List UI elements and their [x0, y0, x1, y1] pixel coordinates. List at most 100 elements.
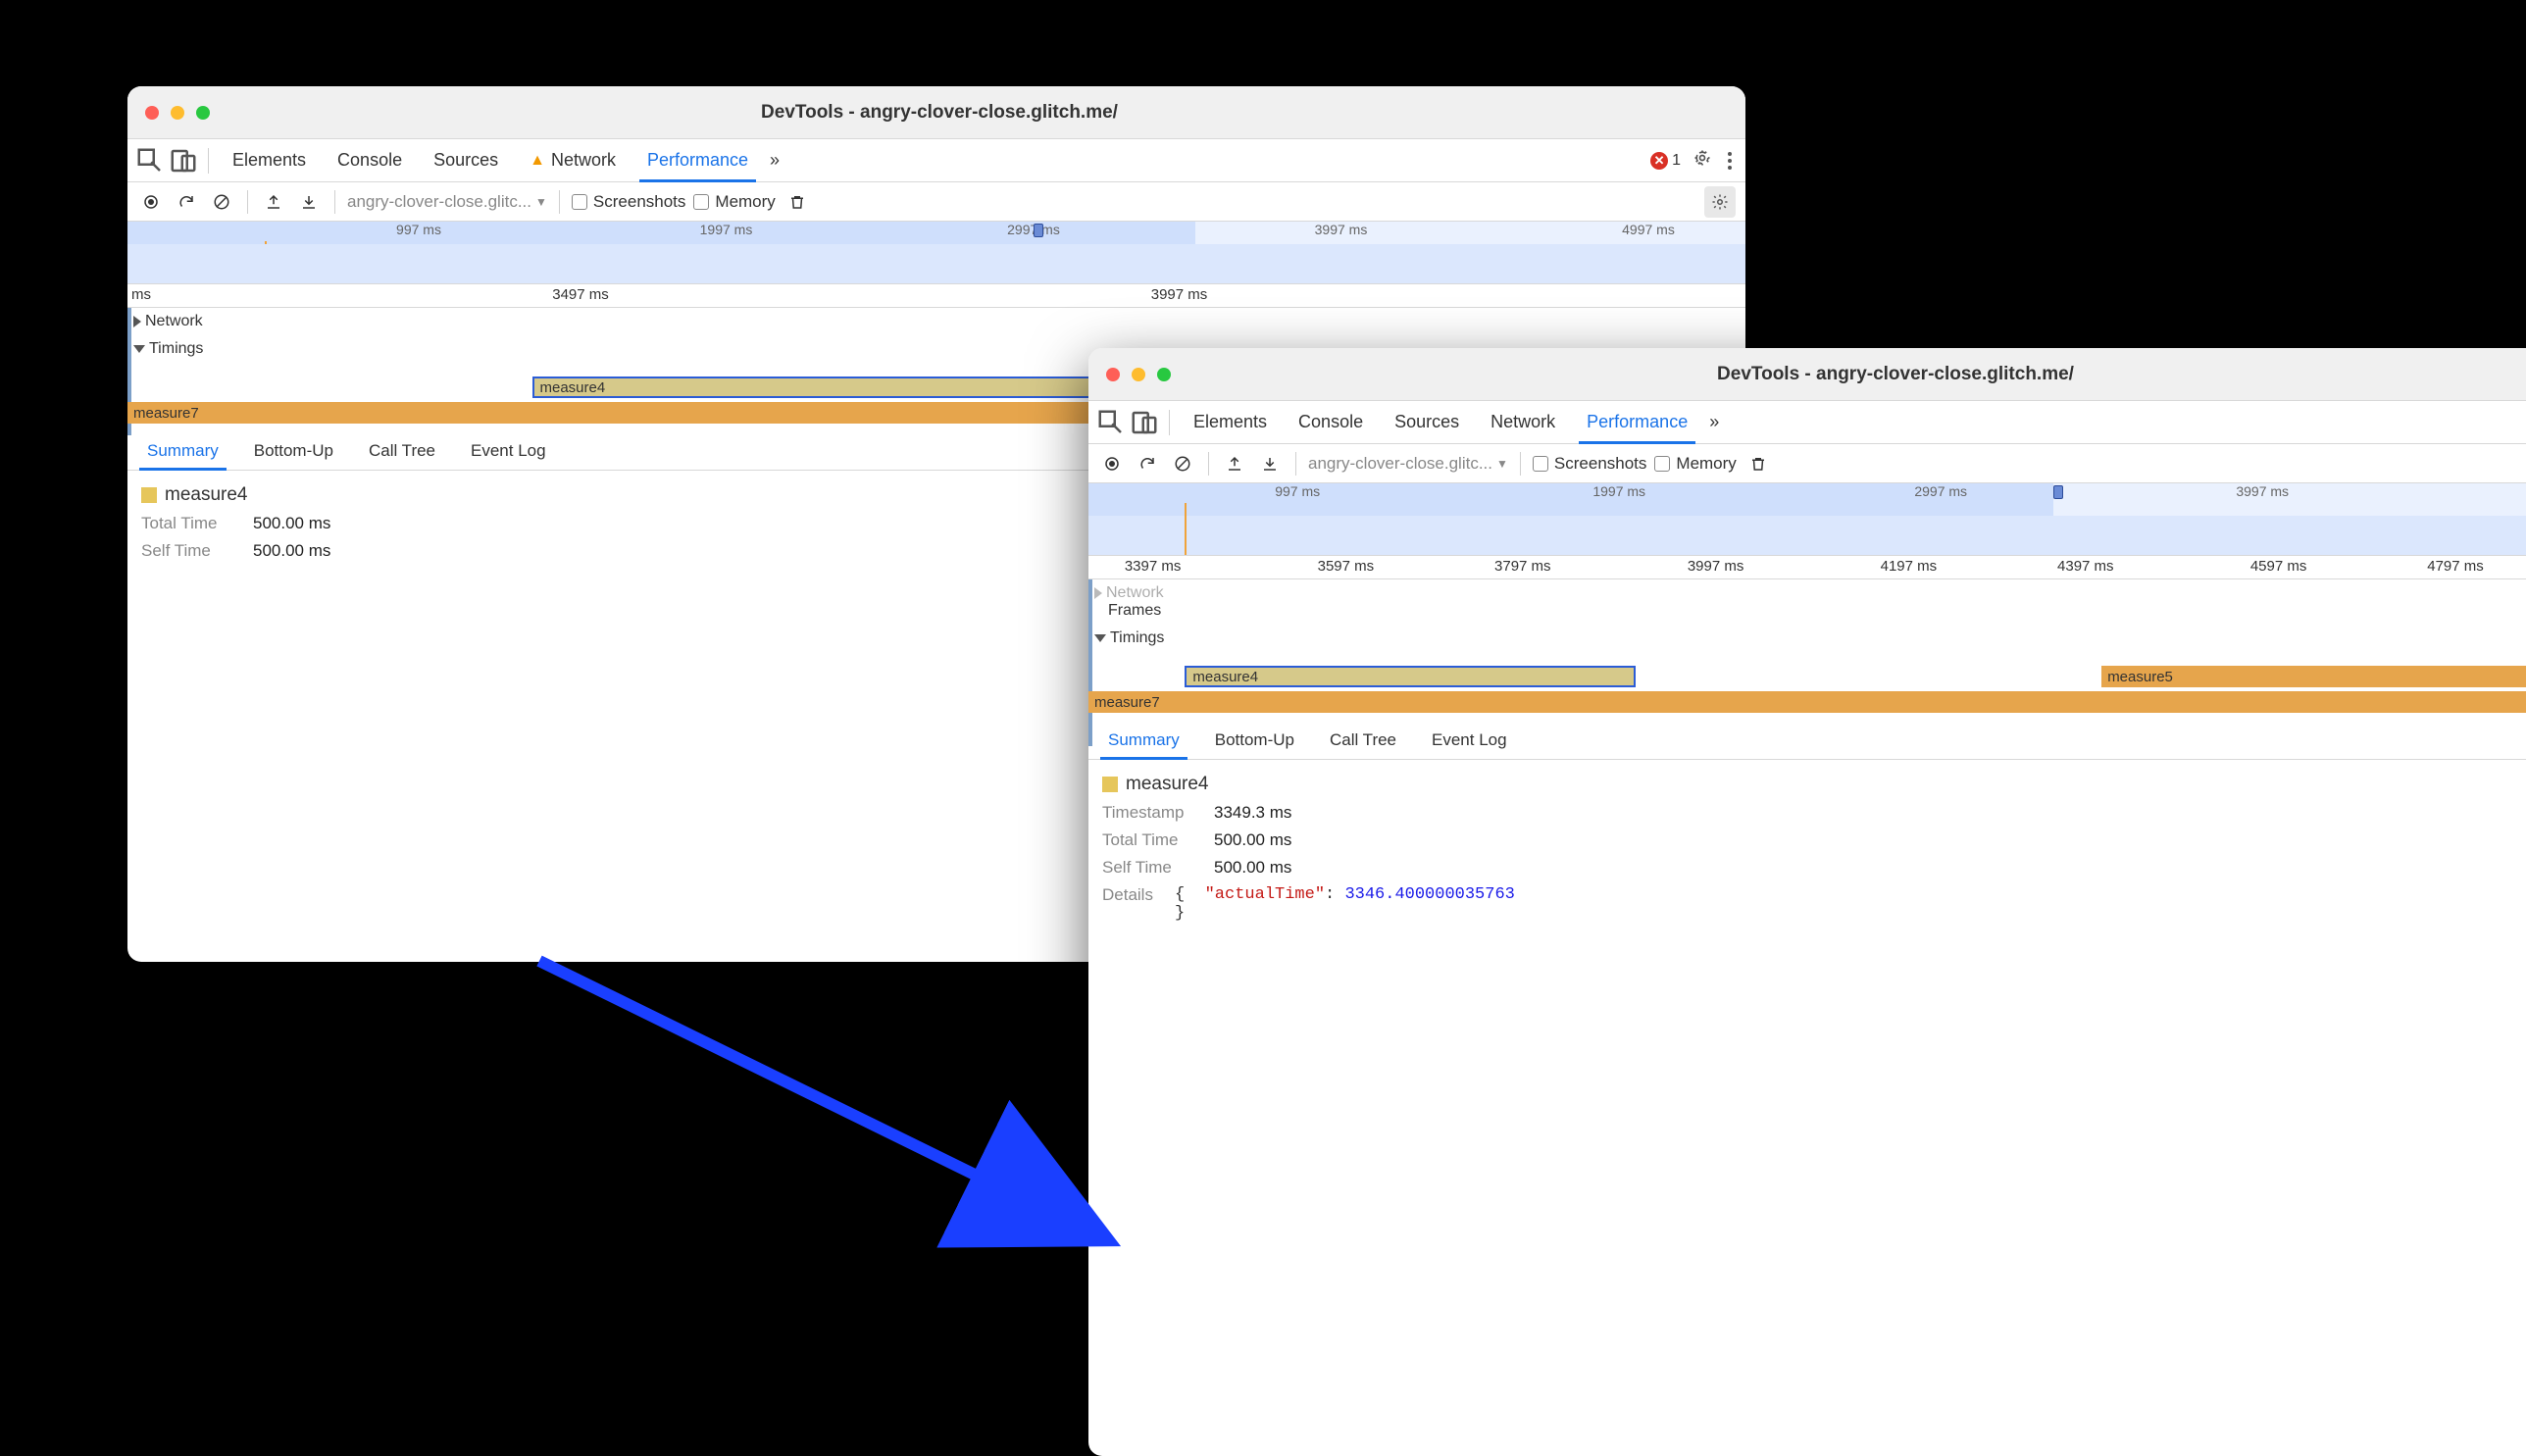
summary-details-row: Details { "actualTime": 3346.40000003576… — [1102, 885, 2526, 923]
window-zoom-button[interactable] — [1157, 368, 1171, 381]
detail-tab-event-log[interactable]: Event Log — [1418, 721, 1521, 759]
download-profile-icon[interactable] — [1256, 450, 1284, 477]
timings-track-label: Timings — [149, 340, 203, 358]
tab-performance[interactable]: Performance — [633, 139, 762, 181]
summary-value: 500.00 ms — [253, 514, 330, 533]
memory-label: Memory — [715, 192, 775, 212]
profile-url-dropdown[interactable]: angry-clover-close.glitc... ▼ — [1308, 454, 1508, 474]
detail-tab-summary[interactable]: Summary — [1094, 721, 1193, 759]
ruler-tick: 4597 ms — [2250, 558, 2307, 575]
window-minimize-button[interactable] — [1132, 368, 1145, 381]
network-track-header[interactable]: Network — [127, 308, 1745, 335]
record-button[interactable] — [137, 188, 165, 216]
upload-profile-icon[interactable] — [1221, 450, 1248, 477]
detail-tab-summary[interactable]: Summary — [133, 431, 232, 470]
tab-elements[interactable]: Elements — [1180, 401, 1281, 443]
summary-key: Self Time — [1102, 858, 1200, 878]
summary-value: 500.00 ms — [1214, 830, 1291, 850]
memory-checkbox[interactable]: Memory — [1654, 454, 1736, 474]
timeline-overview[interactable]: 997 ms 1997 ms 2997 ms 3997 ms 4997 ms C… — [1088, 483, 2526, 556]
timings-track-header[interactable]: Timings — [1088, 625, 2526, 652]
error-count-button[interactable]: ✕ 1 — [1648, 152, 1683, 170]
ruler-tick: 3997 ms — [1151, 286, 1208, 303]
overview-handle[interactable] — [1034, 224, 1043, 237]
summary-row: Self Time 500.00 ms — [1102, 858, 2526, 878]
settings-gear-icon[interactable] — [1687, 148, 1718, 173]
detail-tab-bottom-up[interactable]: Bottom-Up — [1201, 721, 1308, 759]
summary-name-value: measure4 — [165, 484, 248, 506]
ruler-tick: 4797 ms — [2427, 558, 2484, 575]
inspect-icon[interactable] — [1096, 408, 1126, 437]
screenshots-checkbox[interactable]: Screenshots — [1533, 454, 1647, 474]
overview-tick: 3997 ms — [1315, 222, 1368, 237]
timings-track[interactable]: measure4 measure5 measure7 — [1088, 652, 2526, 721]
overview-tick: 1997 ms — [700, 222, 753, 237]
more-tabs-chevron-icon[interactable]: » — [766, 150, 783, 171]
panel-tabstrip: Elements Console Sources Network Perform… — [1088, 401, 2526, 444]
summary-details-json: { "actualTime": 3346.400000035763} — [1175, 885, 1515, 923]
timing-bar-measure7[interactable]: measure7 — [1088, 691, 2526, 713]
reload-record-button[interactable] — [173, 188, 200, 216]
reload-record-button[interactable] — [1134, 450, 1161, 477]
ruler-tick: 4197 ms — [1881, 558, 1938, 575]
collect-garbage-icon[interactable] — [783, 188, 811, 216]
timing-bar-measure5[interactable]: measure5 — [2101, 666, 2526, 687]
tab-performance[interactable]: Performance — [1573, 401, 1701, 443]
overview-tick: 2997 ms — [1914, 483, 1967, 499]
overview-handle-left[interactable] — [2053, 485, 2063, 499]
tab-console[interactable]: Console — [324, 139, 416, 181]
detail-tab-bottom-up[interactable]: Bottom-Up — [240, 431, 347, 470]
screenshots-label: Screenshots — [1554, 454, 1647, 474]
tab-network[interactable]: ▲ Network — [516, 139, 630, 181]
window-zoom-button[interactable] — [196, 106, 210, 120]
summary-key: Timestamp — [1102, 803, 1200, 823]
screenshots-checkbox[interactable]: Screenshots — [572, 192, 686, 212]
tab-sources[interactable]: Sources — [420, 139, 512, 181]
detail-tab-event-log[interactable]: Event Log — [457, 431, 560, 470]
download-profile-icon[interactable] — [295, 188, 323, 216]
profile-url-dropdown[interactable]: angry-clover-close.glitc... ▼ — [347, 192, 547, 212]
tab-sources[interactable]: Sources — [1381, 401, 1473, 443]
device-toolbar-icon[interactable] — [1130, 408, 1159, 437]
clear-button[interactable] — [1169, 450, 1196, 477]
more-tabs-chevron-icon[interactable]: » — [1705, 412, 1723, 432]
ruler-tick: 3497 ms — [552, 286, 609, 303]
clear-button[interactable] — [208, 188, 235, 216]
inspect-icon[interactable] — [135, 146, 165, 176]
detail-tab-call-tree[interactable]: Call Tree — [1316, 721, 1410, 759]
timing-bar-measure4[interactable]: measure4 — [1185, 666, 1635, 687]
detail-tabstrip: Summary Bottom-Up Call Tree Event Log — [1088, 721, 2526, 760]
memory-checkbox[interactable]: Memory — [693, 192, 775, 212]
network-track-label: Network — [1106, 584, 1164, 602]
summary-details-label: Details — [1102, 885, 1161, 905]
ruler-tick: 3597 ms — [1318, 558, 1375, 575]
flamechart-ruler[interactable]: 3397 ms 3597 ms 3797 ms 3997 ms 4197 ms … — [1088, 556, 2526, 579]
divider — [247, 190, 248, 214]
upload-profile-icon[interactable] — [260, 188, 287, 216]
memory-label: Memory — [1676, 454, 1736, 474]
ruler-tick: 3397 ms — [1125, 558, 1182, 575]
tab-console[interactable]: Console — [1285, 401, 1377, 443]
error-count-value: 1 — [1672, 152, 1681, 170]
timing-bar-measure4[interactable]: measure4 — [532, 377, 1180, 398]
collect-garbage-icon[interactable] — [1744, 450, 1772, 477]
network-track-header[interactable]: Network — [1088, 579, 2526, 607]
timing-bar-label: measure7 — [133, 405, 199, 422]
summary-row: Timestamp 3349.3 ms — [1102, 803, 2526, 823]
timing-bar-label: measure4 — [1192, 669, 1258, 685]
record-button[interactable] — [1098, 450, 1126, 477]
screenshots-label: Screenshots — [593, 192, 686, 212]
window-minimize-button[interactable] — [171, 106, 184, 120]
window-close-button[interactable] — [1106, 368, 1120, 381]
overflow-menu-icon[interactable] — [1722, 152, 1738, 170]
window-close-button[interactable] — [145, 106, 159, 120]
warning-icon: ▲ — [530, 152, 545, 170]
capture-settings-gear-icon[interactable] — [1704, 186, 1736, 218]
detail-tab-call-tree[interactable]: Call Tree — [355, 431, 449, 470]
device-toolbar-icon[interactable] — [169, 146, 198, 176]
flamechart-ruler[interactable]: ms 3497 ms 3997 ms — [127, 284, 1745, 308]
tab-network[interactable]: Network — [1477, 401, 1569, 443]
tab-elements[interactable]: Elements — [219, 139, 320, 181]
timeline-overview[interactable]: 997 ms 1997 ms 2997 ms 3997 ms 4997 ms — [127, 222, 1745, 284]
tab-network-label: Network — [551, 150, 616, 171]
